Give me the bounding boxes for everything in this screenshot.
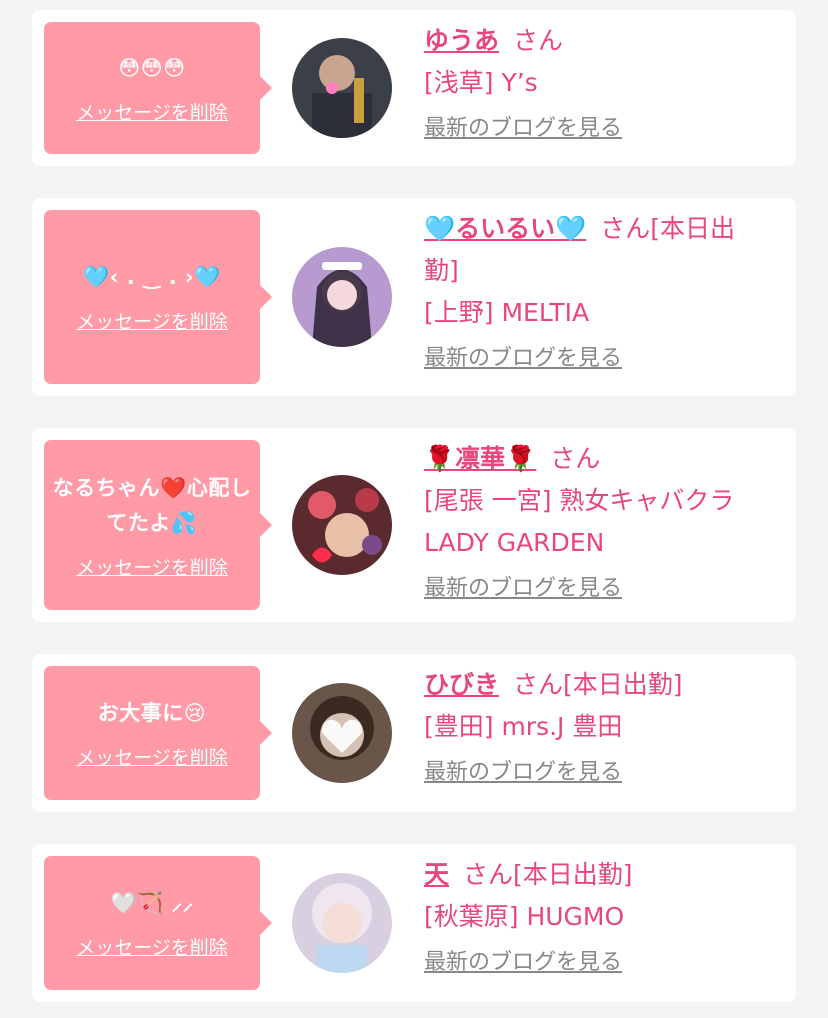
- shop-name: [浅草] Y’s: [424, 68, 538, 97]
- delete-message-link[interactable]: メッセージを削除: [76, 553, 228, 580]
- honorific: さん: [463, 860, 514, 889]
- cast-info: ひびき さん[本日出勤] [豊田] mrs.J 豊田 最新のブログを見る: [424, 664, 764, 788]
- message-card: 🤍🏹 ⸝⸝ メッセージを削除 天さん[本日出勤] [秋葉原] HUGMO 最新の…: [32, 844, 796, 1002]
- message-bubble: お大事に😢 メッセージを削除: [44, 666, 272, 800]
- delete-message-link[interactable]: メッセージを削除: [76, 98, 228, 125]
- status-text: [本日出勤]: [563, 670, 683, 699]
- avatar[interactable]: [292, 38, 392, 138]
- message-bubble: 😳😳😳 メッセージを削除: [44, 22, 272, 154]
- message-bubble: なるちゃん❤️心配してたよ💦 メッセージを削除: [44, 440, 272, 610]
- message-card: 😳😳😳 メッセージを削除 ゆうあ さん [浅草] Y’s 最新のブログを見る: [32, 10, 796, 166]
- cast-name-link[interactable]: 🌹凛華🌹: [424, 444, 536, 473]
- message-list: 😳😳😳 メッセージを削除 ゆうあ さん [浅草] Y’s 最新のブログを見る 🩵‹…: [0, 0, 828, 1018]
- latest-blog-link[interactable]: 最新のブログを見る: [424, 948, 622, 978]
- honorific: さん: [513, 26, 564, 55]
- honorific: さん: [513, 670, 564, 699]
- delete-message-link[interactable]: メッセージを削除: [76, 743, 228, 770]
- cast-name-link[interactable]: ひびき: [424, 670, 499, 699]
- message-text: なるちゃん❤️心配してたよ💦: [52, 475, 252, 535]
- shop-name: [尾張 一宮] 熟女キャバクラ LADY GARDEN: [424, 486, 735, 557]
- message-card: お大事に😢 メッセージを削除 ひびき さん[本日出勤] [豊田] mrs.J 豊田…: [32, 654, 796, 812]
- shop-name: [秋葉原] HUGMO: [424, 902, 625, 931]
- message-text: 🤍🏹 ⸝⸝: [110, 891, 194, 915]
- latest-blog-link[interactable]: 最新のブログを見る: [424, 114, 622, 144]
- cast-info: ゆうあ さん [浅草] Y’s 最新のブログを見る: [424, 20, 764, 144]
- delete-message-link[interactable]: メッセージを削除: [76, 933, 228, 960]
- message-bubble: 🤍🏹 ⸝⸝ メッセージを削除: [44, 856, 272, 990]
- shop-name: [上野] MELTIA: [424, 298, 590, 327]
- cast-name-link[interactable]: 🩵るいるい🩵: [424, 214, 586, 243]
- honorific: さん: [600, 214, 651, 243]
- cast-info: 天さん[本日出勤] [秋葉原] HUGMO 最新のブログを見る: [424, 854, 764, 978]
- delete-message-link[interactable]: メッセージを削除: [76, 307, 228, 334]
- message-card: なるちゃん❤️心配してたよ💦 メッセージを削除 🌹凛華🌹 さん [尾張 一宮] 熟…: [32, 428, 796, 622]
- honorific: さん: [550, 444, 601, 473]
- message-text: お大事に😢: [97, 701, 207, 725]
- latest-blog-link[interactable]: 最新のブログを見る: [424, 758, 622, 788]
- cast-name-link[interactable]: 天: [424, 860, 449, 889]
- cast-name-link[interactable]: ゆうあ: [424, 26, 499, 55]
- latest-blog-link[interactable]: 最新のブログを見る: [424, 574, 622, 604]
- message-card: 🩵‹ . ‿ . ›🩵 メッセージを削除 🩵るいるい🩵 さん[本日出勤] [上野]…: [32, 198, 796, 396]
- avatar[interactable]: [292, 873, 392, 973]
- message-text: 🩵‹ . ‿ . ›🩵: [83, 265, 221, 289]
- avatar[interactable]: [292, 683, 392, 783]
- cast-info: 🌹凛華🌹 さん [尾張 一宮] 熟女キャバクラ LADY GARDEN 最新のブロ…: [424, 438, 764, 604]
- message-bubble: 🩵‹ . ‿ . ›🩵 メッセージを削除: [44, 210, 272, 384]
- avatar[interactable]: [292, 475, 392, 575]
- latest-blog-link[interactable]: 最新のブログを見る: [424, 344, 622, 374]
- avatar[interactable]: [292, 247, 392, 347]
- cast-info: 🩵るいるい🩵 さん[本日出勤] [上野] MELTIA 最新のブログを見る: [424, 208, 764, 374]
- shop-name: [豊田] mrs.J 豊田: [424, 712, 623, 741]
- message-text: 😳😳😳: [118, 56, 186, 80]
- status-text: [本日出勤]: [513, 860, 633, 889]
